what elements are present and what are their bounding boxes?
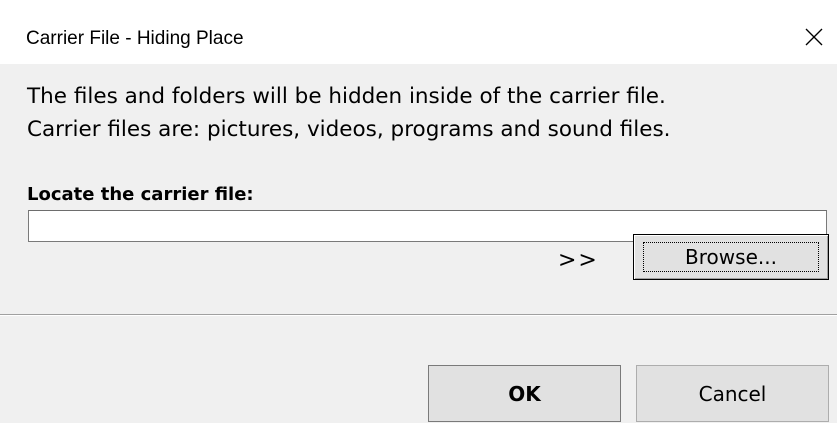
ok-button[interactable]: OK [428,365,621,422]
browse-button-label: Browse... [643,242,819,272]
footer-separator [0,314,837,316]
close-button[interactable] [791,14,837,60]
description-line-2: Carrier files are: pictures, videos, pro… [27,117,671,142]
close-icon [805,28,823,46]
browse-button[interactable]: Browse... [633,234,829,280]
carrier-file-label: Locate the carrier file: [27,184,254,205]
window-title: Carrier File - Hiding Place [26,28,244,49]
cancel-button[interactable]: Cancel [636,365,829,422]
arrows-indicator: >> [558,248,599,273]
title-bar: Carrier File - Hiding Place [0,0,837,64]
carrier-file-dialog: Carrier File - Hiding Place The files an… [0,0,837,423]
description-line-1: The files and folders will be hidden ins… [27,84,666,109]
description-text: The files and folders will be hidden ins… [27,80,671,146]
